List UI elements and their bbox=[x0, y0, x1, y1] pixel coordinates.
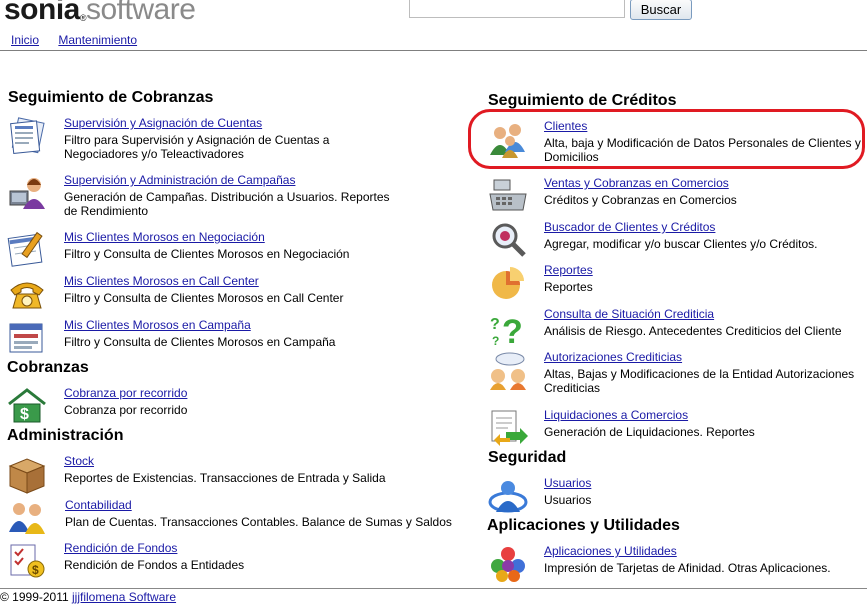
document-arrows-icon[interactable] bbox=[488, 408, 528, 448]
menu-link-usuarios[interactable]: Usuarios bbox=[544, 476, 591, 490]
menu-description: Usuarios bbox=[544, 493, 592, 507]
user-globe-icon[interactable] bbox=[488, 476, 528, 516]
cash-register-icon[interactable] bbox=[488, 176, 528, 216]
menu-description: Filtro y Consulta de Clientes Morosos en… bbox=[64, 291, 344, 305]
menu-description: Filtro y Consulta de Clientes Morosos en… bbox=[64, 335, 336, 349]
menu-description: Plan de Cuentas. Transacciones Contables… bbox=[65, 515, 452, 529]
menu-description: Alta, baja y Modificación de Datos Perso… bbox=[544, 136, 861, 164]
menu-link-morosos-campana[interactable]: Mis Clientes Morosos en Campaña bbox=[64, 318, 251, 332]
menu-description: Generación de Campañas. Distribución a U… bbox=[64, 190, 390, 218]
colored-balls-icon[interactable] bbox=[488, 544, 528, 584]
section-title-aplicaciones: Aplicaciones y Utilidades bbox=[487, 517, 680, 534]
svg-text:?: ? bbox=[490, 316, 500, 333]
menu-description: Agregar, modificar y/o buscar Clientes y… bbox=[544, 237, 818, 251]
search-button[interactable]: Buscar bbox=[630, 0, 692, 20]
menu-description: Generación de Liquidaciones. Reportes bbox=[544, 425, 755, 439]
menu-description: Créditos y Cobranzas en Comercios bbox=[544, 193, 737, 207]
footer: © 1999-2011 jjjfilomena Software bbox=[0, 588, 867, 604]
nav-inicio-link[interactable]: Inicio bbox=[11, 33, 39, 47]
menu-description: Reportes de Existencias. Transacciones d… bbox=[64, 471, 386, 485]
pie-chart-icon[interactable] bbox=[488, 263, 528, 303]
menu-link-reportes[interactable]: Reportes bbox=[544, 263, 593, 277]
menu-link-clientes[interactable]: Clientes bbox=[544, 119, 587, 133]
svg-text:?: ? bbox=[492, 334, 499, 347]
menu-description: Rendición de Fondos a Entidades bbox=[64, 558, 245, 572]
menu-link-autorizaciones[interactable]: Autorizaciones Crediticias bbox=[544, 350, 682, 364]
campaign-user-icon[interactable] bbox=[7, 173, 47, 213]
menu-link-aplicaciones[interactable]: Aplicaciones y Utilidades bbox=[544, 544, 677, 558]
footer-company-link[interactable]: jjjfilomena Software bbox=[72, 590, 176, 604]
menu-link-rendicion-fondos[interactable]: Rendición de Fondos bbox=[64, 541, 177, 555]
clients-group-icon[interactable] bbox=[488, 119, 528, 159]
section-title-seguimiento-cobranzas: Seguimiento de Cobranzas bbox=[8, 89, 214, 106]
question-mark-icon[interactable]: ??? bbox=[488, 307, 528, 347]
money-house-icon[interactable]: $ bbox=[7, 386, 47, 426]
menu-link-stock[interactable]: Stock bbox=[64, 454, 94, 468]
menu-link-supervision-campanas[interactable]: Supervisión y Administración de Campañas bbox=[64, 173, 295, 187]
section-title-seguimiento-creditos: Seguimiento de Créditos bbox=[488, 92, 677, 109]
search-input[interactable] bbox=[409, 0, 625, 18]
checklist-money-icon[interactable]: $ bbox=[7, 541, 47, 581]
menu-link-liquidaciones[interactable]: Liquidaciones a Comercios bbox=[544, 408, 688, 422]
svg-text:?: ? bbox=[502, 313, 523, 347]
nav-mantenimiento-link[interactable]: Mantenimiento bbox=[58, 33, 137, 47]
telephone-icon[interactable] bbox=[7, 274, 47, 314]
notepad-pencil-icon[interactable] bbox=[7, 230, 47, 270]
svg-text:$: $ bbox=[32, 563, 39, 577]
menu-link-morosos-negociacion[interactable]: Mis Clientes Morosos en Negociación bbox=[64, 230, 265, 244]
people-accounting-icon[interactable] bbox=[7, 498, 47, 538]
menu-description: Impresión de Tarjetas de Afinidad. Otras… bbox=[544, 561, 831, 575]
menu-link-contabilidad[interactable]: Contabilidad bbox=[65, 498, 132, 512]
menu-description: Cobranza por recorrido bbox=[64, 403, 188, 417]
footer-copyright: © 1999-2011 bbox=[0, 590, 69, 604]
menu-link-cobranza-recorrido[interactable]: Cobranza por recorrido bbox=[64, 386, 187, 400]
sonia-software-logo: sonia®software bbox=[4, 0, 196, 24]
top-nav: Inicio Mantenimiento bbox=[11, 33, 153, 47]
section-title-administracion: Administración bbox=[7, 427, 124, 444]
menu-description: Filtro y Consulta de Clientes Morosos en… bbox=[64, 247, 350, 261]
menu-link-buscador[interactable]: Buscador de Clientes y Créditos bbox=[544, 220, 715, 234]
menu-description: Análisis de Riesgo. Antecedentes Crediti… bbox=[544, 324, 842, 338]
header-divider bbox=[0, 50, 867, 51]
calendar-window-icon[interactable] bbox=[7, 318, 47, 358]
svg-text:$: $ bbox=[20, 406, 29, 423]
wooden-box-icon[interactable] bbox=[7, 454, 47, 494]
accounts-form-icon[interactable] bbox=[7, 116, 47, 156]
menu-link-ventas-cobranzas[interactable]: Ventas y Cobranzas en Comercios bbox=[544, 176, 729, 190]
menu-description: Altas, Bajas y Modificaciones de la Enti… bbox=[544, 367, 855, 395]
menu-link-situacion-crediticia[interactable]: Consulta de Situación Crediticia bbox=[544, 307, 714, 321]
menu-description: Reportes bbox=[544, 280, 593, 294]
section-title-seguridad: Seguridad bbox=[488, 449, 567, 466]
menu-description: Filtro para Supervisión y Asignación de … bbox=[64, 133, 330, 161]
menu-link-supervision-cuentas[interactable]: Supervisión y Asignación de Cuentas bbox=[64, 116, 262, 130]
magnifier-icon[interactable] bbox=[488, 220, 528, 260]
section-title-cobranzas: Cobranzas bbox=[7, 359, 89, 376]
menu-link-morosos-callcenter[interactable]: Mis Clientes Morosos en Call Center bbox=[64, 274, 259, 288]
conversation-icon[interactable] bbox=[488, 350, 528, 390]
